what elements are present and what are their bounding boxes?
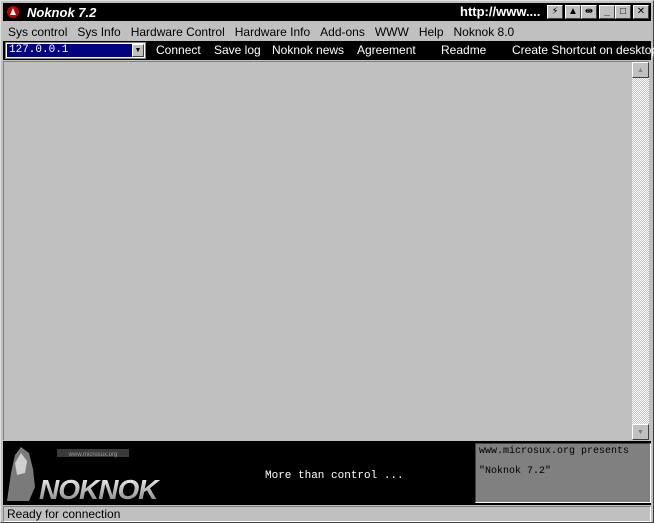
- title-bar[interactable]: Noknok 7.2 http://www.... ⚡ ▲ ⇹ _ □ ✕: [3, 3, 651, 21]
- vertical-scrollbar[interactable]: ▲ ▼: [632, 62, 649, 440]
- address-input[interactable]: 127.0.0.1: [7, 44, 133, 57]
- status-text: Ready for connection: [7, 507, 121, 521]
- pin-icon: ⇹: [584, 6, 594, 17]
- up-arrow-icon: ▲: [568, 6, 578, 17]
- save-log-link[interactable]: Save log: [214, 43, 261, 57]
- title-url: http://www....: [460, 4, 541, 19]
- toolbar: 127.0.0.1 ▼ Connect Save log Noknok news…: [3, 41, 654, 60]
- menu-add-ons[interactable]: Add-ons: [315, 25, 370, 39]
- menu-hardware-control[interactable]: Hardware Control: [126, 25, 230, 39]
- chevron-down-icon: ▼: [134, 47, 142, 54]
- address-dropdown-button[interactable]: ▼: [132, 44, 144, 57]
- arrow-up-icon: ▲: [637, 66, 644, 74]
- agreement-link[interactable]: Agreement: [357, 43, 416, 57]
- info-box: www.microsux.org presents "Noknok 7.2": [475, 443, 651, 503]
- arrow-down-icon: ▼: [637, 428, 644, 436]
- minimize-icon: _: [604, 6, 610, 17]
- scroll-up-button[interactable]: ▲: [632, 62, 649, 78]
- maximize-icon: □: [619, 6, 627, 17]
- minimize-button[interactable]: _: [599, 5, 615, 19]
- noknok-logo: www.microsux.org NOKNOK 7: [5, 443, 182, 505]
- menu-www[interactable]: WWW: [370, 25, 414, 39]
- maximize-button[interactable]: □: [615, 5, 631, 19]
- close-icon: ✕: [636, 6, 646, 17]
- tagline: More than control ...: [265, 470, 404, 482]
- scroll-down-button[interactable]: ▼: [632, 424, 649, 440]
- status-bar: Ready for connection: [3, 506, 651, 522]
- close-button[interactable]: ✕: [633, 5, 649, 19]
- bolt-icon: ⚡: [551, 6, 559, 17]
- menu-noknok-8[interactable]: Noknok 8.0: [449, 25, 520, 39]
- readme-link[interactable]: Readme: [441, 43, 486, 57]
- connect-link[interactable]: Connect: [156, 43, 201, 57]
- info-line: "Noknok 7.2": [479, 466, 552, 477]
- menu-help[interactable]: Help: [414, 25, 449, 39]
- create-shortcut-link[interactable]: Create Shortcut on desktop: [512, 43, 654, 57]
- special-3-button[interactable]: ⇹: [581, 5, 597, 19]
- menu-hardware-info[interactable]: Hardware Info: [230, 25, 315, 39]
- info-line: www.microsux.org presents: [479, 446, 630, 457]
- logo-text: NOKNOK 7: [39, 474, 165, 503]
- menu-bar: Sys control Sys Info Hardware Control Ha…: [3, 22, 651, 41]
- special-1-button[interactable]: ⚡: [547, 5, 563, 19]
- noknok-app-icon[interactable]: [5, 4, 21, 20]
- output-panel[interactable]: ▲ ▼: [3, 61, 649, 440]
- address-combobox[interactable]: 127.0.0.1 ▼: [5, 42, 146, 59]
- menu-sys-info[interactable]: Sys Info: [72, 25, 125, 39]
- banner: www.microsux.org NOKNOK 7 More than cont…: [3, 441, 651, 505]
- window-title: Noknok 7.2: [27, 4, 97, 20]
- menu-sys-control[interactable]: Sys control: [3, 25, 72, 39]
- special-2-button[interactable]: ▲: [565, 5, 581, 19]
- logo-sub-text: www.microsux.org: [68, 452, 118, 458]
- app-window: Noknok 7.2 http://www.... ⚡ ▲ ⇹ _ □ ✕ Sy…: [0, 0, 654, 523]
- noknok-news-link[interactable]: Noknok news: [272, 43, 344, 57]
